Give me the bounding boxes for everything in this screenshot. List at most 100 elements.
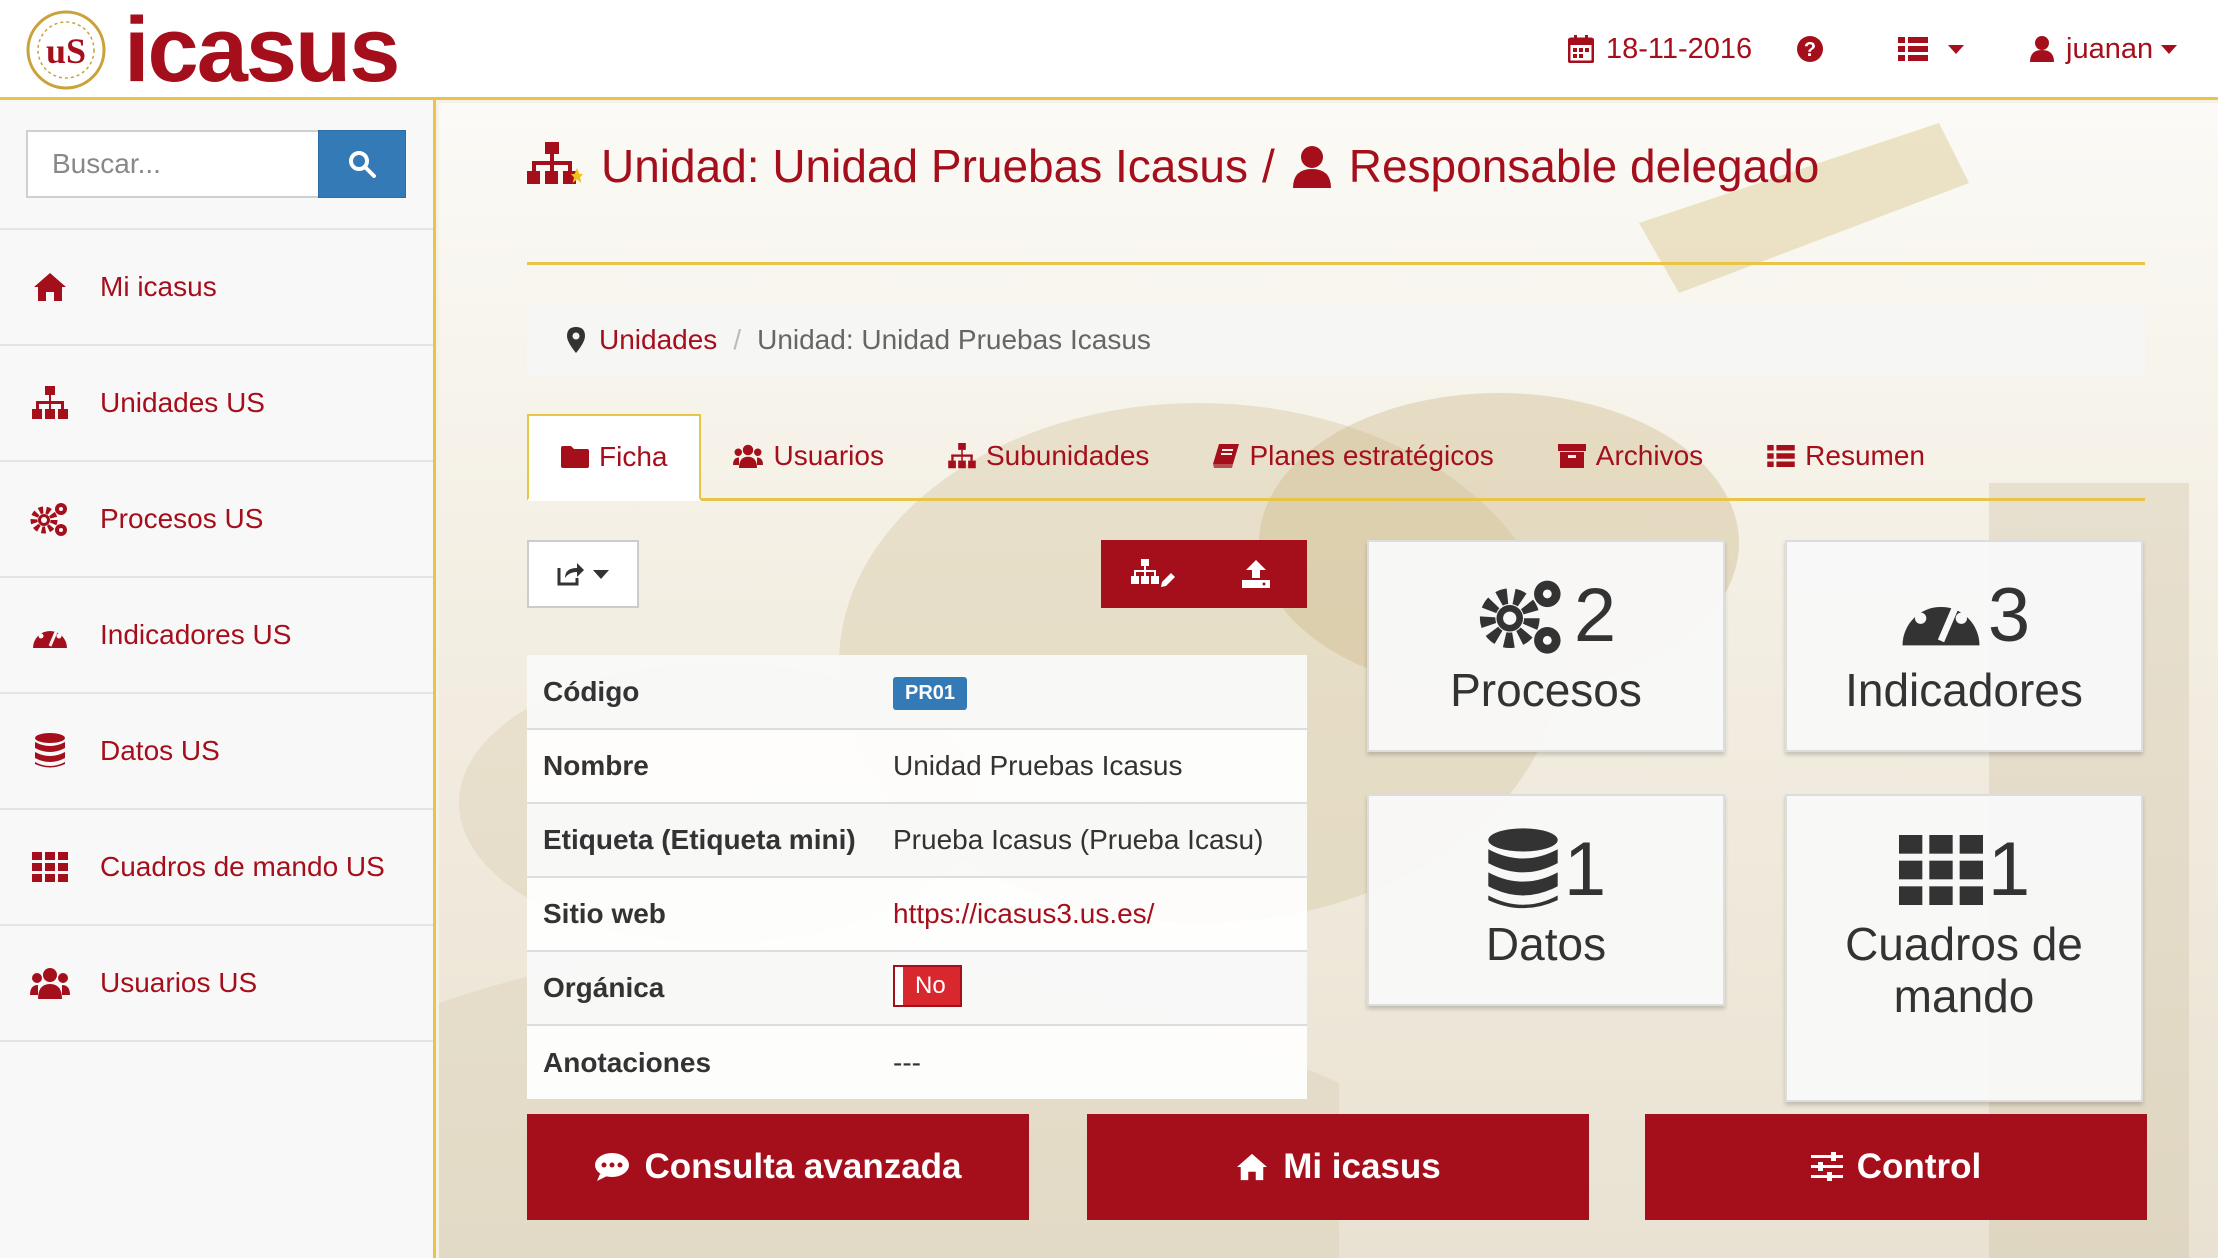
list-menu-dropdown[interactable] <box>1898 28 1964 70</box>
consulta-avanzada-button[interactable]: Consulta avanzada <box>527 1114 1029 1220</box>
table-row: Sitio web https://icasus3.us.es/ <box>527 876 1307 951</box>
top-navbar: uS icasus 18-11-2016 ? juanan <box>0 0 2218 100</box>
share-icon <box>557 562 585 586</box>
tab-usuarios[interactable]: Usuarios <box>701 414 915 498</box>
sidebar-item-label: Cuadros de mando US <box>100 851 385 882</box>
tab-label: Usuarios <box>773 440 884 471</box>
chevron-down-icon <box>593 569 609 579</box>
list-icon <box>1767 445 1805 467</box>
procesos-stat-box[interactable]: 2 Procesos <box>1367 540 1725 752</box>
sidebar-item-datos[interactable]: Datos US <box>0 694 433 810</box>
book-icon <box>1213 444 1249 468</box>
control-button[interactable]: Control <box>1645 1114 2147 1220</box>
page-title-role: Responsable delegado <box>1348 140 1820 192</box>
upload-button[interactable] <box>1204 540 1307 608</box>
sidebar-item-procesos[interactable]: Procesos US <box>0 462 433 578</box>
home-icon <box>1235 1152 1283 1182</box>
breadcrumb: Unidades / Unidad: Unidad Pruebas Icasus <box>527 303 2145 377</box>
search-button[interactable] <box>318 130 406 198</box>
field-value-etiqueta: Prueba Icasus (Prueba Icasu) <box>877 802 1307 877</box>
database-icon <box>1486 827 1560 913</box>
chevron-down-icon <box>1948 44 1964 54</box>
cuadros-stat-box[interactable]: 1 Cuadros de mando <box>1785 794 2143 1102</box>
upload-icon <box>1241 560 1270 588</box>
users-icon <box>733 444 773 468</box>
svg-text:uS: uS <box>46 31 86 71</box>
username-text: juanan <box>2066 32 2154 65</box>
table-row: Nombre Unidad Pruebas Icasus <box>527 728 1307 803</box>
sidebar-item-label: Procesos US <box>100 503 264 534</box>
field-label-sitio-web: Sitio web <box>527 876 877 951</box>
tab-subunidades[interactable]: Subunidades <box>916 414 1181 498</box>
organica-toggle[interactable]: No <box>893 964 962 1007</box>
cogs-icon <box>30 499 70 539</box>
field-label-etiqueta: Etiqueta (Etiqueta mini) <box>527 802 877 877</box>
edit-unit-button[interactable] <box>1101 540 1204 608</box>
tab-label: Ficha <box>599 441 668 472</box>
table-row: Código PR01 <box>527 655 1307 729</box>
breadcrumb-link-unidades[interactable]: Unidades <box>599 324 717 356</box>
control-label: Control <box>1856 1147 1982 1186</box>
sidebar-item-cuadros[interactable]: Cuadros de mando US <box>0 810 433 926</box>
users-icon <box>30 963 70 1003</box>
table-row: Etiqueta (Etiqueta mini) Prueba Icasus (… <box>527 802 1307 877</box>
toggle-label: No <box>915 971 946 999</box>
tab-label: Subunidades <box>985 440 1150 471</box>
nav-date: 18-11-2016 <box>1568 28 1752 70</box>
folder-icon <box>561 446 599 468</box>
th-icon <box>1898 835 1984 905</box>
field-value-organica: No <box>877 950 1307 1025</box>
sitemap-icon <box>30 383 70 423</box>
table-row: Orgánica No <box>527 950 1307 1025</box>
field-label-anotaciones: Anotaciones <box>527 1024 877 1099</box>
calendar-icon <box>1568 35 1606 63</box>
tab-planes[interactable]: Planes estratégicos <box>1181 414 1525 498</box>
search-input[interactable] <box>26 130 318 198</box>
sidebar-menu: Mi icasus Unidades US Procesos US Indica… <box>0 228 433 1042</box>
datos-stat-box[interactable]: 1 Datos <box>1367 794 1725 1006</box>
mi-icasus-button[interactable]: Mi icasus <box>1087 1114 1589 1220</box>
sidebar-item-label: Indicadores US <box>100 619 292 650</box>
tab-bar: Ficha Usuarios Subunidades Planes estrat… <box>527 414 2145 501</box>
sitemap-icon <box>527 142 583 188</box>
sidebar-item-label: Mi icasus <box>100 271 217 302</box>
dashboard-icon <box>30 615 70 655</box>
page-title-unit: Unidad: Unidad Pruebas Icasus <box>601 140 1248 192</box>
sidebar-item-indicadores[interactable]: Indicadores US <box>0 578 433 694</box>
dashboard-icon <box>1898 582 1984 650</box>
list-icon <box>1898 37 1940 61</box>
tab-archivos[interactable]: Archivos <box>1526 414 1735 498</box>
date-text: 18-11-2016 <box>1606 32 1753 65</box>
tab-resumen[interactable]: Resumen <box>1735 414 1957 498</box>
brand-logo-text[interactable]: icasus <box>124 2 400 98</box>
sidebar-item-unidades[interactable]: Unidades US <box>0 346 433 462</box>
field-value-codigo: PR01 <box>877 655 1307 729</box>
field-label-nombre: Nombre <box>527 728 877 803</box>
tab-ficha[interactable]: Ficha <box>527 414 702 501</box>
toggle-knob <box>895 966 903 1005</box>
breadcrumb-divider: / <box>733 324 742 355</box>
page-title: Unidad: Unidad Pruebas Icasus / Responsab… <box>527 139 2145 193</box>
indicadores-stat-box[interactable]: 3 Indicadores <box>1785 540 2143 752</box>
sidebar-item-usuarios[interactable]: Usuarios US <box>0 926 433 1042</box>
page-title-separator: / <box>1261 140 1275 192</box>
user-dropdown[interactable]: juanan <box>2030 28 2178 70</box>
field-value-sitio-web: https://icasus3.us.es/ <box>877 876 1307 951</box>
page-header: Unidad: Unidad Pruebas Icasus / Responsab… <box>527 139 2145 265</box>
unit-action-buttons <box>1101 540 1307 608</box>
help-button[interactable]: ? <box>1796 28 1836 70</box>
website-link[interactable]: https://icasus3.us.es/ <box>893 898 1154 929</box>
ficha-details-table: Código PR01 Nombre Unidad Pruebas Icasus… <box>527 655 1307 1099</box>
map-marker-icon <box>567 327 585 353</box>
tab-label: Archivos <box>1595 440 1704 471</box>
th-icon <box>30 847 70 887</box>
comment-icon <box>594 1152 644 1182</box>
sidebar-item-label: Datos US <box>100 735 220 766</box>
table-row: Anotaciones --- <box>527 1024 1307 1099</box>
sitemap-icon <box>948 443 986 469</box>
breadcrumb-current: Unidad: Unidad Pruebas Icasus <box>757 324 1151 355</box>
share-dropdown-button[interactable] <box>527 540 639 608</box>
tab-label: Resumen <box>1805 440 1926 471</box>
sidebar-item-mi-icasus[interactable]: Mi icasus <box>0 230 433 346</box>
sidebar: Mi icasus Unidades US Procesos US Indica… <box>0 100 436 1258</box>
